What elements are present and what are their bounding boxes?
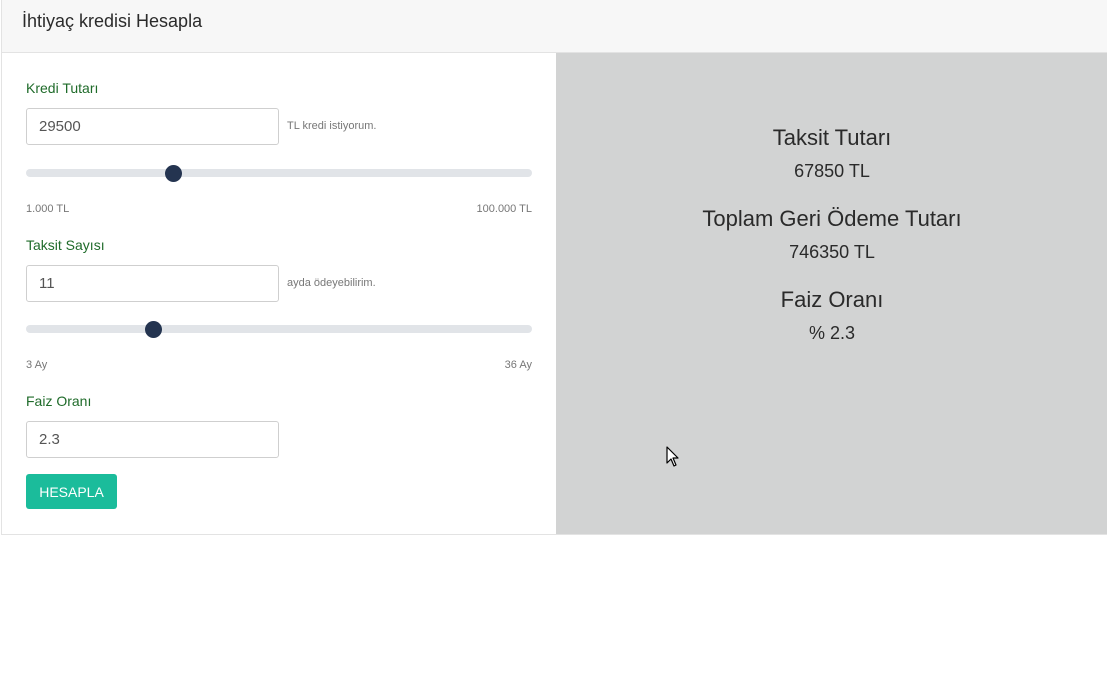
installment-amount-title: Taksit Tutarı (772, 125, 892, 150)
mouse-cursor-icon (666, 446, 679, 467)
calculate-button[interactable]: HESAPLA (26, 474, 117, 509)
installments-range-max: 36 Ay (504, 359, 532, 371)
loan-calculator-card: İhtiyaç kredisi Hesapla Kredi Tutarı TL … (1, 0, 1107, 535)
amount-input[interactable] (26, 108, 279, 145)
installments-slider[interactable] (26, 321, 532, 338)
rate-input[interactable] (26, 421, 279, 458)
installments-helper-text: ayda ödeyebilirim. (287, 277, 376, 289)
installments-input[interactable] (26, 265, 279, 302)
installments-label: Taksit Sayısı (26, 237, 105, 253)
total-repayment-title: Toplam Geri Ödeme Tutarı (702, 206, 962, 231)
results-panel: Taksit Tutarı 67850 TL Toplam Geri Ödeme… (556, 53, 1107, 534)
installment-amount-value: 67850 TL (794, 161, 870, 181)
interest-rate-value: % 2.3 (808, 323, 856, 343)
amount-slider[interactable] (26, 165, 532, 182)
amount-range-max: 100.000 TL (476, 203, 532, 215)
amount-label: Kredi Tutarı (26, 80, 99, 96)
interest-rate-title: Faiz Oranı (780, 287, 884, 312)
amount-helper-text: TL kredi istiyorum. (287, 120, 377, 132)
installments-slider-thumb[interactable] (144, 321, 162, 338)
amount-slider-thumb[interactable] (164, 165, 182, 182)
calculator-form: Kredi Tutarı TL kredi istiyorum. 1.000 T… (2, 53, 556, 534)
rate-label: Faiz Oranı (26, 393, 92, 409)
amount-range-min: 1.000 TL (26, 203, 70, 215)
card-header: İhtiyaç kredisi Hesapla (2, 0, 1107, 53)
installments-range-min: 3 Ay (26, 359, 48, 371)
page-title: İhtiyaç kredisi Hesapla (22, 11, 203, 31)
total-repayment-value: 746350 TL (789, 242, 875, 262)
